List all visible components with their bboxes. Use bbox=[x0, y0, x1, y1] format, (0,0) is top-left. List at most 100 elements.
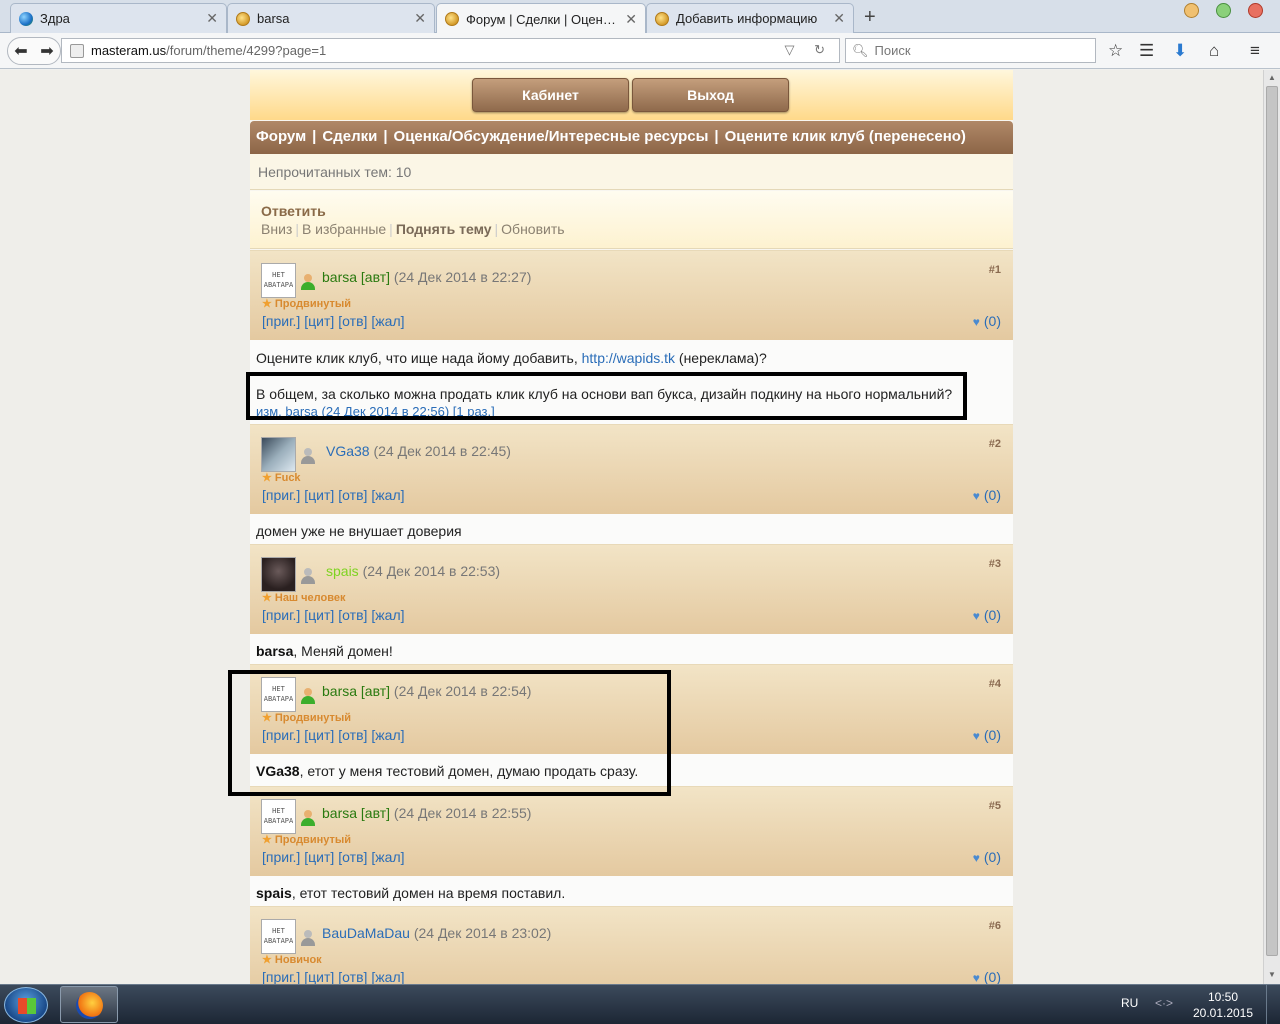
post-author[interactable]: BauDaMaDau bbox=[322, 925, 410, 941]
invite-link[interactable]: [приг.] bbox=[262, 313, 300, 329]
site-identity-icon[interactable] bbox=[70, 43, 84, 58]
reload-icon[interactable]: ▽ ↻ bbox=[784, 42, 833, 58]
like-button[interactable]: ♥ (0) bbox=[973, 969, 1001, 984]
like-button[interactable]: ♥ (0) bbox=[973, 849, 1001, 865]
complain-link[interactable]: [жал] bbox=[371, 969, 404, 984]
edit-note[interactable]: изм. barsa (24 Дек 2014 в 22:56) [1 раз.… bbox=[256, 403, 1013, 421]
post-number[interactable]: #2 bbox=[989, 438, 1001, 450]
breadcrumb-forum[interactable]: Форум bbox=[256, 128, 306, 145]
down-link[interactable]: Вниз bbox=[261, 221, 292, 237]
clock[interactable]: 10:50 20.01.2015 bbox=[1183, 989, 1263, 1021]
scrollbar[interactable]: ▲ ▼ bbox=[1263, 70, 1280, 984]
post-author[interactable]: spais bbox=[326, 563, 359, 579]
answer-link[interactable]: [отв] bbox=[338, 727, 367, 743]
raise-topic-link[interactable]: Поднять тему bbox=[396, 221, 492, 237]
answer-link[interactable]: [отв] bbox=[338, 969, 367, 984]
quote-link[interactable]: [цит] bbox=[304, 849, 334, 865]
refresh-link[interactable]: Обновить bbox=[501, 221, 564, 237]
quoted-username[interactable]: VGa38 bbox=[256, 763, 300, 779]
close-icon[interactable]: ✕ bbox=[414, 10, 426, 27]
answer-link[interactable]: [отв] bbox=[338, 607, 367, 623]
post-link[interactable]: http://wapids.tk bbox=[582, 350, 675, 366]
back-arrow-icon[interactable]: ⬅ bbox=[8, 41, 34, 61]
post-number[interactable]: #6 bbox=[989, 920, 1001, 932]
forward-arrow-icon[interactable]: ➡ bbox=[34, 41, 60, 61]
quote-link[interactable]: [цит] bbox=[304, 607, 334, 623]
breadcrumb-deals[interactable]: Сделки bbox=[322, 128, 377, 145]
language-indicator[interactable]: RU bbox=[1121, 996, 1138, 1010]
quoted-username[interactable]: barsa bbox=[256, 643, 293, 659]
maximize-icon[interactable] bbox=[1216, 3, 1231, 18]
answer-link[interactable]: [отв] bbox=[338, 313, 367, 329]
tab-add-info[interactable]: Добавить информацию ✕ bbox=[646, 3, 854, 33]
quoted-username[interactable]: spais bbox=[256, 885, 292, 901]
home-icon[interactable]: ⌂ bbox=[1209, 41, 1219, 61]
quote-link[interactable]: [цит] bbox=[304, 313, 334, 329]
complain-link[interactable]: [жал] bbox=[371, 487, 404, 503]
post-author[interactable]: VGa38 bbox=[326, 443, 370, 459]
like-button[interactable]: ♥ (0) bbox=[973, 313, 1001, 329]
tab-zdra[interactable]: Здра ✕ bbox=[10, 3, 227, 33]
invite-link[interactable]: [приг.] bbox=[262, 607, 300, 623]
logout-button[interactable]: Выход bbox=[632, 78, 789, 112]
complain-link[interactable]: [жал] bbox=[371, 727, 404, 743]
no-avatar-image[interactable]: НЕТ АВАТАРА bbox=[261, 677, 296, 712]
show-desktop-button[interactable] bbox=[1266, 985, 1280, 1024]
complain-link[interactable]: [жал] bbox=[371, 313, 404, 329]
invite-link[interactable]: [приг.] bbox=[262, 727, 300, 743]
bookmarks-list-icon[interactable]: ☰ bbox=[1139, 41, 1154, 61]
scroll-up-icon[interactable]: ▲ bbox=[1268, 73, 1276, 82]
post-author[interactable]: barsa bbox=[322, 805, 357, 821]
tab-label: barsa bbox=[257, 11, 290, 26]
invite-link[interactable]: [приг.] bbox=[262, 969, 300, 984]
post-number[interactable]: #1 bbox=[989, 264, 1001, 276]
close-window-icon[interactable] bbox=[1248, 3, 1263, 18]
minimize-icon[interactable] bbox=[1184, 3, 1199, 18]
scrollbar-thumb[interactable] bbox=[1266, 86, 1278, 956]
complain-link[interactable]: [жал] bbox=[371, 849, 404, 865]
user-rank: ★ Продвинутый bbox=[262, 298, 352, 310]
quote-link[interactable]: [цит] bbox=[304, 969, 334, 984]
unread-count[interactable]: Непрочитанных тем: 10 bbox=[250, 154, 1013, 190]
new-tab-icon[interactable]: + bbox=[864, 6, 876, 29]
reply-link[interactable]: Ответить bbox=[261, 203, 1013, 219]
no-avatar-image[interactable]: НЕТ АВАТАРА bbox=[261, 799, 296, 834]
cabinet-button[interactable]: Кабинет bbox=[472, 78, 629, 112]
post-number[interactable]: #4 bbox=[989, 678, 1001, 690]
edit-note-text[interactable]: изм. barsa (24 Дек 2014 в 22:56) [1 раз.… bbox=[256, 404, 495, 419]
complain-link[interactable]: [жал] bbox=[371, 607, 404, 623]
favorites-link[interactable]: В избранные bbox=[302, 221, 386, 237]
answer-link[interactable]: [отв] bbox=[338, 487, 367, 503]
start-button[interactable] bbox=[4, 987, 48, 1023]
tab-forum[interactable]: Форум | Сделки | Оцен… ✕ bbox=[436, 3, 646, 34]
close-icon[interactable]: ✕ bbox=[833, 10, 845, 27]
tab-barsa[interactable]: barsa ✕ bbox=[227, 3, 435, 33]
bookmark-star-icon[interactable]: ☆ bbox=[1108, 41, 1123, 61]
quote-link[interactable]: [цит] bbox=[304, 487, 334, 503]
breadcrumb-category[interactable]: Оценка/Обсуждение/Интересные ресурсы bbox=[394, 128, 709, 145]
network-icon[interactable]: <·> bbox=[1155, 996, 1173, 1010]
invite-link[interactable]: [приг.] bbox=[262, 487, 300, 503]
avatar[interactable] bbox=[261, 557, 296, 592]
post-author[interactable]: barsa bbox=[322, 683, 357, 699]
post-number[interactable]: #5 bbox=[989, 800, 1001, 812]
close-icon[interactable]: ✕ bbox=[206, 10, 218, 27]
like-button[interactable]: ♥ (0) bbox=[973, 607, 1001, 623]
taskbar-firefox[interactable] bbox=[60, 986, 118, 1023]
like-button[interactable]: ♥ (0) bbox=[973, 727, 1001, 743]
answer-link[interactable]: [отв] bbox=[338, 849, 367, 865]
url-bar[interactable]: masteram.us/forum/theme/4299?page=1 ▽ ↻ bbox=[61, 38, 840, 63]
quote-link[interactable]: [цит] bbox=[304, 727, 334, 743]
invite-link[interactable]: [приг.] bbox=[262, 849, 300, 865]
avatar[interactable] bbox=[261, 437, 296, 472]
close-icon[interactable]: ✕ bbox=[625, 11, 637, 28]
menu-icon[interactable]: ≡ bbox=[1250, 41, 1260, 61]
like-button[interactable]: ♥ (0) bbox=[973, 487, 1001, 503]
no-avatar-image[interactable]: НЕТ АВАТАРА bbox=[261, 919, 296, 954]
search-input[interactable]: 🔍︎ Поиск bbox=[845, 38, 1096, 63]
scroll-down-icon[interactable]: ▼ bbox=[1268, 970, 1276, 979]
downloads-icon[interactable]: ⬇ bbox=[1173, 41, 1187, 61]
post-author[interactable]: barsa bbox=[322, 269, 357, 285]
post-number[interactable]: #3 bbox=[989, 558, 1001, 570]
no-avatar-image[interactable]: НЕТ АВАТАРА bbox=[261, 263, 296, 298]
